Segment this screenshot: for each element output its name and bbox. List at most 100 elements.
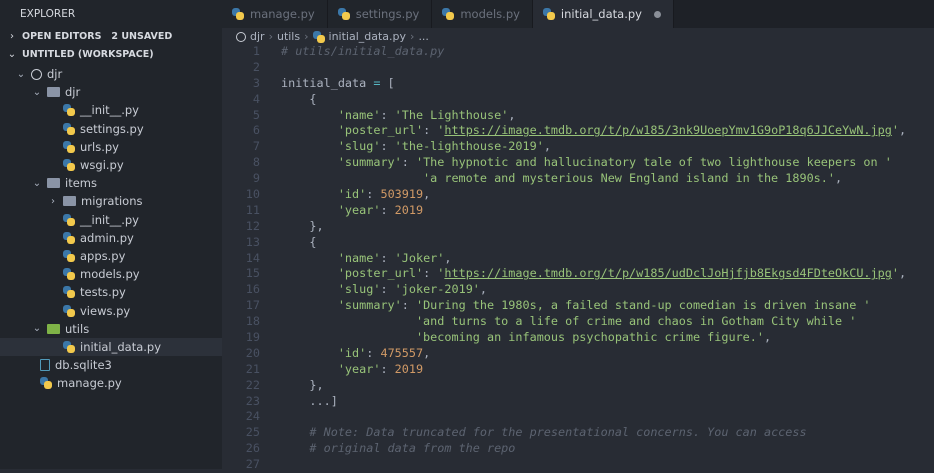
tree-item-label: migrations (81, 194, 143, 209)
file-icon (40, 359, 50, 372)
code-token: , (508, 107, 516, 122)
code-token: , (543, 139, 551, 154)
code-line: 8 'summary': 'The hypnotic and hallucina… (222, 155, 934, 171)
code-token: , (834, 171, 843, 186)
line-number: 15 (245, 266, 260, 281)
tree-item[interactable]: ⌄ items (0, 174, 222, 192)
tree-item[interactable]: models.py (0, 265, 222, 283)
code-text: # Note: Data truncated for the presentat… (260, 425, 806, 441)
code-token: 'id' (337, 187, 367, 202)
tree-item[interactable]: initial_data.py (0, 337, 222, 356)
tree-item-label: db.sqlite3 (55, 358, 112, 373)
tree-item[interactable]: apps.py (0, 247, 222, 265)
breadcrumb-item[interactable]: initial_data.py (329, 30, 407, 43)
tree-item[interactable]: ⌄ djr (0, 65, 222, 83)
tab-models-py[interactable]: models.py (432, 0, 533, 28)
tree-item-label: __init__.py (80, 103, 139, 118)
breadcrumb-item[interactable]: utils (277, 30, 300, 43)
tab-settings-py[interactable]: settings.py (327, 0, 433, 28)
code-token: { (281, 234, 317, 249)
open-editors-label: OPEN EDITORS (22, 31, 102, 42)
unsaved-dot-icon[interactable] (653, 10, 661, 18)
code-text: ...] (260, 394, 337, 410)
tree-item[interactable]: settings.py (0, 120, 222, 138)
code-token: 'poster_url' (337, 266, 424, 281)
code-line: 18 'and turns to a life of crime and cha… (222, 314, 934, 330)
code-line: 13 { (222, 235, 934, 251)
tree-item[interactable]: tests.py (0, 283, 222, 301)
file-tree: ⌄ djr ⌄ djr __init__.py settings.py urls.py wsg… (0, 65, 222, 392)
code-line: 5 'name': 'The Lighthouse', (222, 108, 934, 124)
line-number: 1 (252, 44, 260, 58)
code-editor[interactable]: 1 # utils/initial_data.py 2 3 initial_data =… (222, 44, 934, 473)
tree-item[interactable]: __init__.py (0, 101, 222, 119)
code-line: 6 'poster_url': 'https://image.tmdb.org/… (222, 123, 934, 139)
line-number: 19 (245, 330, 260, 345)
code-token: 'The Lighthouse' (394, 107, 509, 122)
workspace-folder-icon (31, 68, 42, 80)
code-text: 'year': 2019 (260, 362, 423, 378)
workspace-section[interactable]: ⌄ UNTITLED (WORKSPACE) (0, 46, 222, 64)
code-token: , (763, 330, 772, 345)
code-text: 'summary': 'During the 1980s, a failed s… (260, 298, 871, 314)
tab-manage-py[interactable]: manage.py (222, 0, 328, 28)
code-text: }, (260, 219, 323, 235)
tree-item-label: wsgi.py (80, 158, 124, 173)
code-line: 19 'becoming an infamous psychopathic cr… (222, 330, 934, 346)
code-text: 'slug': 'joker-2019', (260, 282, 487, 298)
code-text: }, (260, 378, 323, 394)
code-token: 'year' (337, 361, 381, 376)
code-token: 'year' (337, 202, 381, 217)
breadcrumb-item[interactable]: djr (250, 30, 265, 43)
code-token: : (380, 202, 395, 217)
tree-item-label: views.py (80, 303, 131, 318)
tree-item[interactable]: wsgi.py (0, 156, 222, 174)
code-line: 14 'name': 'Joker', (222, 251, 934, 267)
tree-item[interactable]: __init__.py (0, 211, 222, 229)
code-link[interactable]: https://image.tmdb.org/t/p/w185/3nk9Uoep… (444, 123, 891, 137)
tree-item[interactable]: db.sqlite3 (0, 356, 222, 374)
explorer-sidebar: EXPLORER › OPEN EDITORS 2 UNSAVED ⌄ UNTITLE… (0, 0, 222, 469)
line-number: 17 (245, 298, 260, 313)
code-link[interactable]: https://image.tmdb.org/t/p/w185/udDclJoH… (444, 266, 891, 280)
code-token: 'the-lighthouse-2019' (394, 139, 544, 154)
code-token: : (380, 282, 395, 297)
folder-icon (47, 178, 60, 189)
code-token: initial_data (281, 75, 374, 90)
code-token: , (423, 187, 431, 202)
line-number: 6 (252, 123, 260, 138)
code-text: # original data from the repo (260, 441, 515, 457)
tree-item[interactable]: urls.py (0, 138, 222, 156)
tree-item[interactable]: views.py (0, 301, 222, 319)
breadcrumb: djr › utils › initial_data.py ›... (236, 28, 429, 45)
tree-item[interactable]: › migrations (0, 192, 222, 210)
code-token: , (423, 345, 431, 360)
code-token: 'name' (337, 250, 381, 265)
tab-label: manage.py (250, 7, 315, 21)
tree-item[interactable]: manage.py (0, 374, 222, 392)
code-text: 'a remote and mysterious New England isl… (260, 171, 842, 187)
code-line: 12 }, (222, 219, 934, 235)
line-number: 14 (245, 250, 260, 265)
tree-item[interactable]: ⌄ djr (0, 83, 222, 101)
code-token: 475557 (380, 345, 424, 360)
line-number: 11 (245, 202, 260, 217)
tree-item[interactable]: ⌄ utils (0, 320, 222, 338)
tab-initial_data-py[interactable]: initial_data.py (532, 0, 674, 28)
code-text: 'name': 'The Lighthouse', (260, 107, 516, 124)
breadcrumb-item[interactable]: ... (418, 30, 429, 43)
python-file-icon (63, 304, 75, 317)
open-editors-section[interactable]: › OPEN EDITORS 2 UNSAVED (0, 28, 222, 46)
tree-item[interactable]: admin.py (0, 229, 222, 247)
code-line: 21 'year': 2019 (222, 362, 934, 378)
